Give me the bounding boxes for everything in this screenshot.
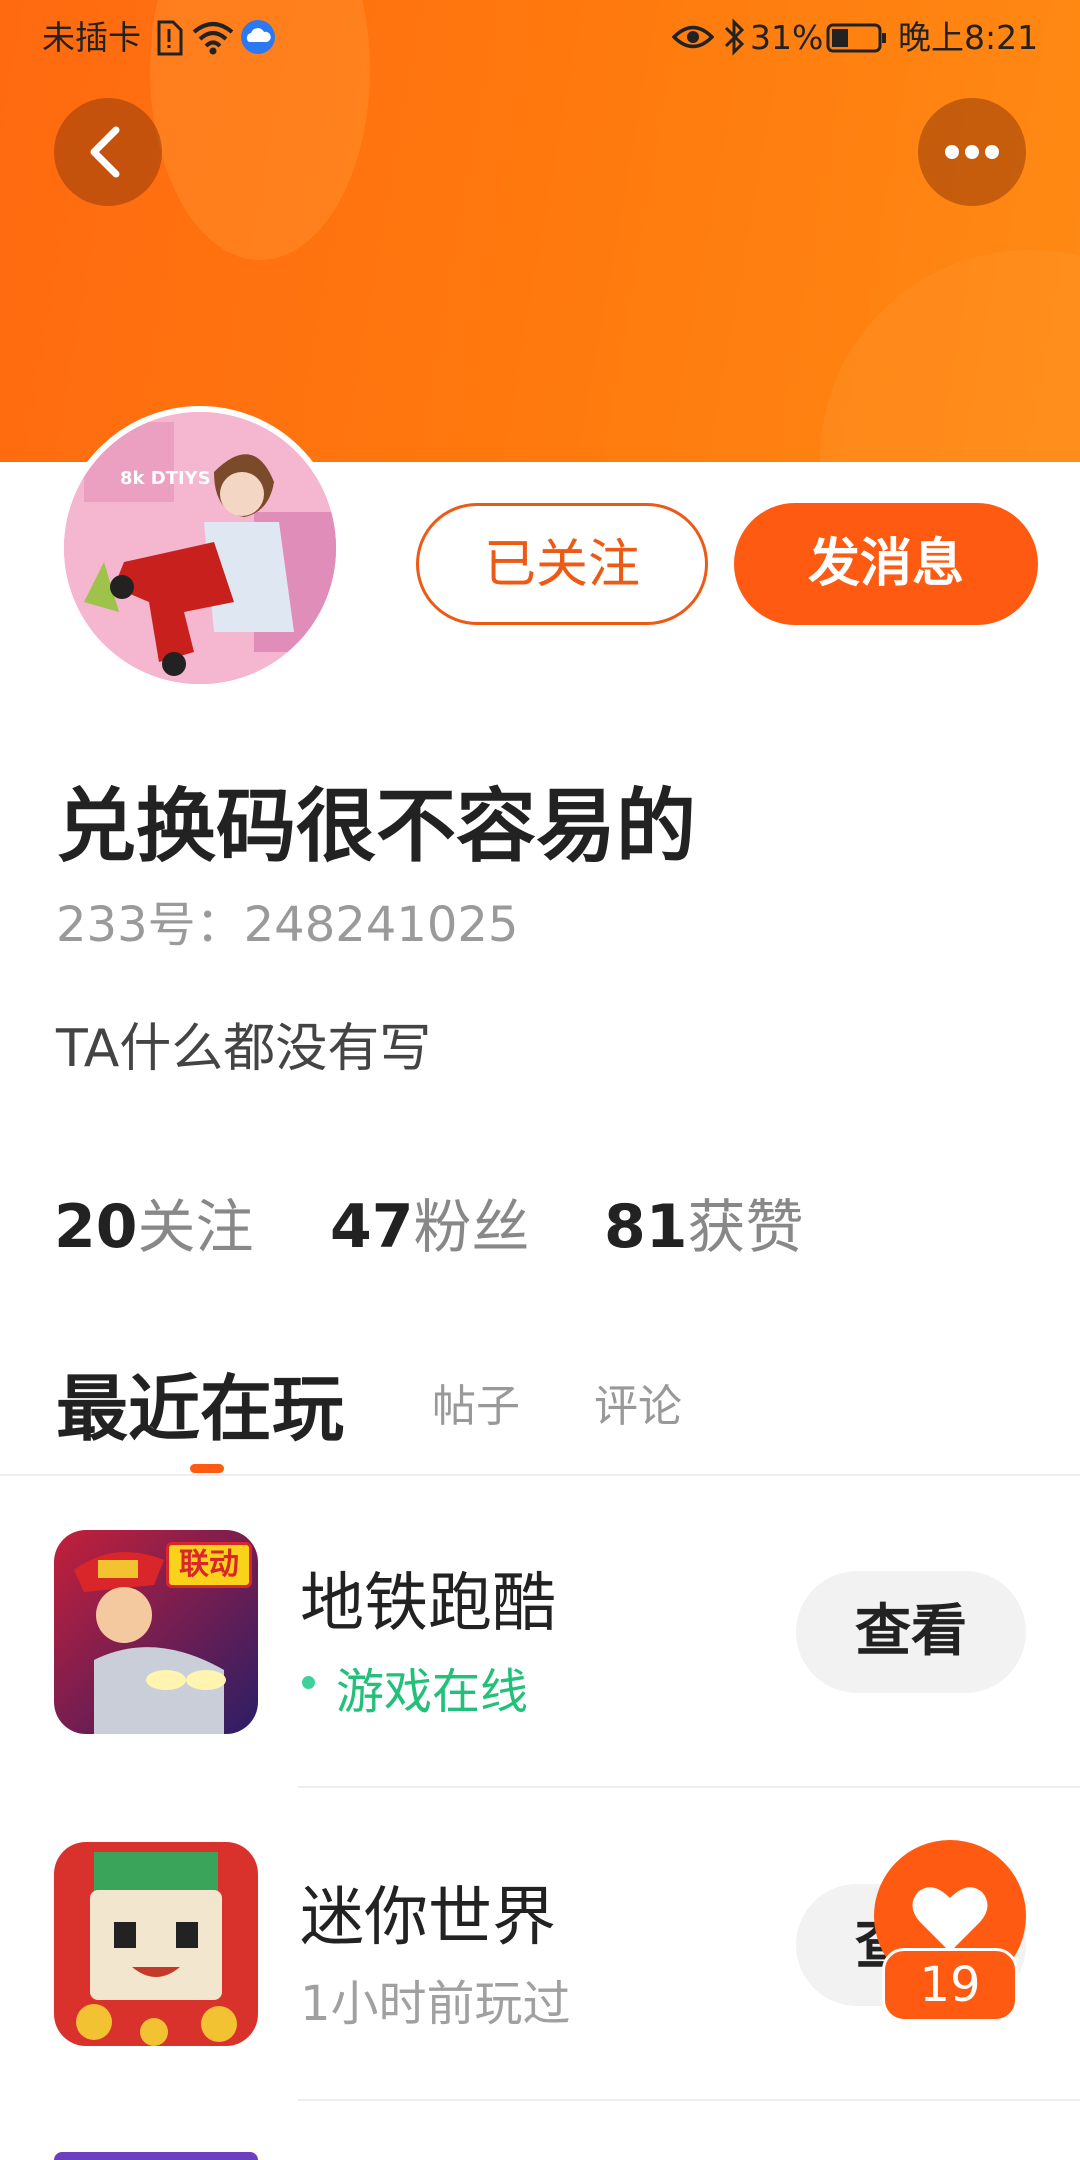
user-id: 233号：248241025 <box>56 897 519 953</box>
stat-following[interactable]: 20关注 <box>54 1180 254 1264</box>
stat-label: 获赞 <box>687 1193 804 1261</box>
tab-comments[interactable]: 评论 <box>594 1370 682 1434</box>
game-status: 游戏在线 <box>336 1664 529 1720</box>
tabs-divider <box>0 1474 1080 1476</box>
avatar-caption: 8k DTIYS <box>120 468 211 489</box>
stat-label: 粉丝 <box>413 1193 530 1261</box>
stat-value: 47 <box>330 1192 414 1262</box>
game-icon-partial[interactable] <box>54 2152 258 2160</box>
online-dot-icon <box>302 1676 315 1689</box>
cloud-app-icon <box>240 19 276 59</box>
stat-fans[interactable]: 47粉丝 <box>330 1180 530 1264</box>
tab-indicator <box>190 1464 224 1473</box>
battery-percent: 31% <box>750 18 824 57</box>
sim-alert-icon <box>155 20 183 60</box>
game-icon-subway-surfers[interactable]: 联动 <box>54 1530 258 1734</box>
mini-world-art <box>54 1842 258 2046</box>
more-button[interactable] <box>918 98 1026 206</box>
username: 兑换码很不容易的 <box>56 780 696 873</box>
collab-badge: 联动 <box>166 1542 252 1588</box>
clock: 晚上8:21 <box>898 18 1039 57</box>
battery-icon <box>826 22 888 58</box>
bio: TA什么都没有写 <box>56 1019 432 1079</box>
send-message-button[interactable]: 发消息 <box>734 503 1038 625</box>
view-button[interactable]: 查看 <box>796 1571 1026 1693</box>
tab-posts[interactable]: 帖子 <box>432 1370 520 1434</box>
more-dots-icon <box>945 145 999 159</box>
wifi-icon <box>192 20 234 60</box>
row-divider <box>298 1786 1080 1788</box>
stat-likes[interactable]: 81获赞 <box>604 1180 804 1264</box>
bluetooth-icon <box>722 18 746 60</box>
tab-recently-played[interactable]: 最近在玩 <box>56 1350 344 1455</box>
game-name: 地铁跑酷 <box>300 1567 556 1641</box>
stat-value: 20 <box>54 1192 138 1262</box>
carrier-label: 未插卡 <box>42 18 141 57</box>
stat-value: 81 <box>604 1192 688 1262</box>
back-button[interactable] <box>54 98 162 206</box>
profile-header-background <box>0 0 1080 462</box>
eye-comfort-icon <box>671 22 715 56</box>
game-status: 1小时前玩过 <box>300 1976 571 2032</box>
back-arrow-icon <box>90 126 120 178</box>
game-icon-mini-world[interactable] <box>54 1842 258 2046</box>
following-button[interactable]: 已关注 <box>416 503 708 625</box>
like-count-badge: 19 <box>882 1948 1018 2022</box>
stat-label: 关注 <box>137 1193 254 1261</box>
avatar[interactable]: 8k DTIYS <box>58 406 342 690</box>
game-name: 迷你世界 <box>300 1881 556 1955</box>
row-divider <box>298 2099 1080 2101</box>
avatar-illustration <box>64 412 336 684</box>
